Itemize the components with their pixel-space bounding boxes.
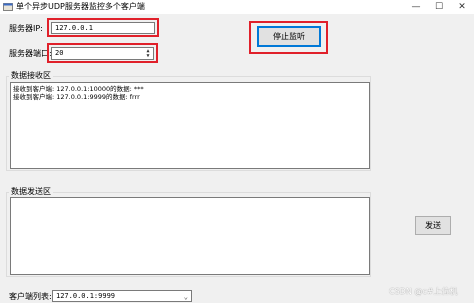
maximize-icon[interactable]: ☐ [429, 0, 449, 14]
server-ip-label: 服务器IP: [9, 24, 43, 33]
chevron-down-icon[interactable]: ⌄ [184, 292, 188, 302]
title-bar: 单个异步UDP服务器监控多个客户端 — ☐ ✕ [0, 0, 474, 14]
server-port-stepper[interactable]: 20 ▲ ▼ [51, 47, 154, 60]
send-group-title: 数据发送区 [9, 187, 53, 197]
server-ip-input[interactable]: 127.0.0.1 [51, 22, 155, 34]
send-textarea[interactable] [10, 197, 370, 275]
window-title: 单个异步UDP服务器监控多个客户端 [16, 2, 145, 11]
app-icon [3, 3, 13, 11]
server-port-value: 20 [55, 49, 64, 57]
close-icon[interactable]: ✕ [452, 0, 472, 14]
client-list-select[interactable]: 127.0.0.1:9999 ⌄ [52, 290, 192, 302]
server-ip-value: 127.0.0.1 [55, 24, 93, 32]
client-list-label: 客户端列表: [9, 292, 52, 301]
server-port-label: 服务器端口: [9, 49, 52, 58]
csdn-watermark: CSDN @c#上位机 [389, 287, 458, 296]
send-button[interactable]: 发送 [415, 216, 451, 235]
log-line-2: 接收到客户端: 127.0.0.1:9999的数据: frrr [13, 93, 140, 101]
log-line-1: 接收到客户端: 127.0.0.1:10000的数据: *** [13, 85, 144, 93]
send-text [11, 199, 13, 207]
spin-down-icon[interactable]: ▼ [144, 54, 152, 59]
receive-textarea[interactable]: 接收到客户端: 127.0.0.1:10000的数据: *** 接收到客户端: … [10, 82, 370, 169]
port-spin-buttons[interactable]: ▲ ▼ [144, 49, 152, 59]
stop-listening-button[interactable]: 停止监听 [257, 26, 321, 47]
minimize-icon[interactable]: — [406, 0, 426, 14]
client-list-selected: 127.0.0.1:9999 [56, 292, 116, 300]
receive-group-title: 数据接收区 [9, 71, 53, 81]
